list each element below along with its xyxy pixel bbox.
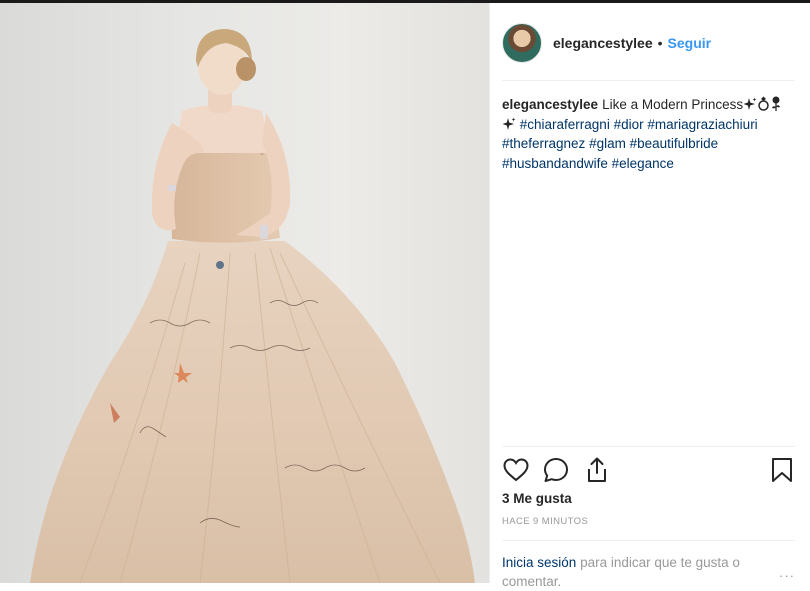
comment-icon[interactable] xyxy=(542,456,570,484)
login-link[interactable]: Inicia sesión xyxy=(502,555,576,570)
login-divider xyxy=(502,540,795,541)
heart-icon[interactable] xyxy=(502,456,530,484)
sparkles-icon xyxy=(502,117,516,130)
hashtag-link[interactable]: #husbandandwife xyxy=(502,156,608,171)
hashtag-link[interactable]: #mariagraziachiuri xyxy=(647,117,757,132)
ring-icon xyxy=(758,96,769,111)
header-divider xyxy=(502,80,795,81)
hashtag-link[interactable]: #chiaraferragni xyxy=(520,117,610,132)
more-options-icon[interactable]: ··· xyxy=(779,568,795,583)
sparkles-icon xyxy=(743,97,757,110)
post-header: elegancestylee • Seguir xyxy=(502,21,711,65)
hashtag-link[interactable]: #glam xyxy=(589,136,626,151)
post-caption: elegancestylee Like a Modern Princess #ch… xyxy=(502,95,792,173)
rose-icon xyxy=(772,96,781,111)
hashtag-link[interactable]: #beautifulbride xyxy=(630,136,719,151)
actions-divider xyxy=(502,446,795,447)
bookmark-icon[interactable] xyxy=(768,456,796,484)
follow-button[interactable]: Seguir xyxy=(668,35,712,51)
post-photo[interactable] xyxy=(0,3,489,583)
share-icon[interactable] xyxy=(583,456,611,484)
hashtag-link[interactable]: #elegance xyxy=(612,156,674,171)
hashtag-link[interactable]: #theferragnez xyxy=(502,136,585,151)
header-separator: • xyxy=(657,35,663,51)
login-prompt: Inicia sesión para indicar que te gusta … xyxy=(502,553,792,591)
likes-count[interactable]: 3 Me gusta xyxy=(502,491,572,506)
bride-in-tulle-gown-illustration xyxy=(30,29,475,583)
avatar[interactable] xyxy=(502,23,542,63)
hashtag-link[interactable]: #dior xyxy=(614,117,644,132)
post-timestamp: HACE 9 MINUTOS xyxy=(502,516,589,527)
post-details-panel: elegancestylee • Seguir elegancestylee Li… xyxy=(489,3,810,589)
header-username[interactable]: elegancestylee xyxy=(553,35,653,51)
post-actions xyxy=(502,456,792,486)
caption-text: Like a Modern Princess xyxy=(602,97,744,112)
caption-username[interactable]: elegancestylee xyxy=(502,97,598,112)
